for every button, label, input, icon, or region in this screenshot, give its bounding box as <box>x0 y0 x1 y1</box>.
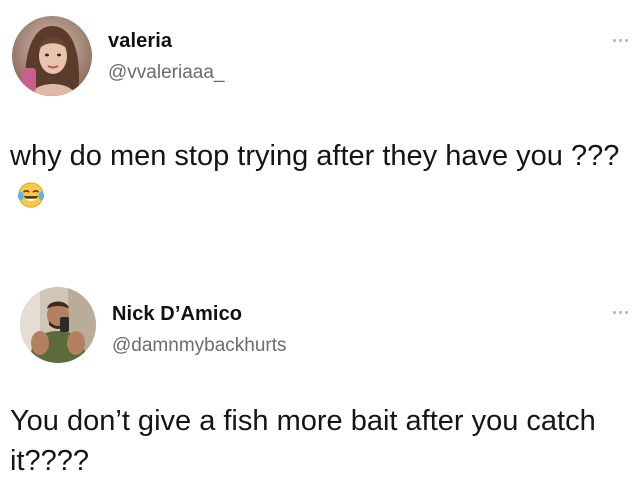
dot <box>625 311 628 314</box>
display-name[interactable]: Nick D’Amico <box>112 303 242 326</box>
tweet-valeria: valeria @vvaleriaaa_ why do men stop try… <box>0 0 640 240</box>
dot <box>613 39 616 42</box>
tweet-text: why do men stop trying after they have y… <box>10 136 625 216</box>
more-options-icon[interactable] <box>613 311 628 314</box>
dot <box>613 311 616 314</box>
face-with-tears-of-joy-icon <box>17 182 45 208</box>
avatar-photo-icon <box>12 16 92 96</box>
avatar[interactable] <box>12 16 92 96</box>
avatar[interactable] <box>20 287 96 363</box>
dot <box>625 39 628 42</box>
display-name[interactable]: valeria <box>108 30 172 53</box>
user-handle[interactable]: @vvaleriaaa_ <box>108 62 224 84</box>
tweet-text: You don’t give a fish more bait after yo… <box>10 405 596 477</box>
avatar-photo-icon <box>20 287 96 363</box>
dot <box>619 311 622 314</box>
more-options-icon[interactable] <box>613 39 628 42</box>
tweet-text-content: why do men stop trying after they have y… <box>10 140 620 172</box>
user-handle[interactable]: @damnmybackhurts <box>112 335 287 357</box>
dot <box>619 39 622 42</box>
tweet-nick: Nick D’Amico @damnmybackhurts You don’t … <box>0 255 640 495</box>
